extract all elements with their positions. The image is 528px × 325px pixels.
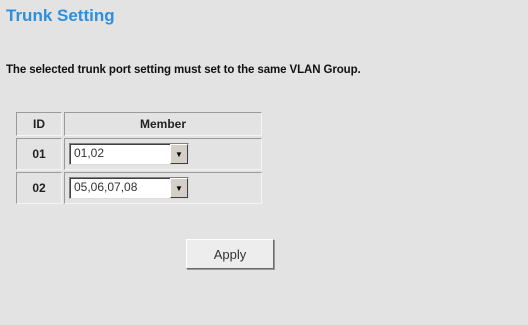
table-row: 01 01,02 ▼ [16,138,262,170]
row-member-cell: 01,02 ▼ [64,138,262,170]
member-select-01[interactable]: 01,02 ▼ [69,143,189,165]
row-id: 01 [16,138,62,170]
apply-button[interactable]: Apply [186,239,274,269]
member-select-02[interactable]: 05,06,07,08 ▼ [69,177,189,199]
table-header-row: ID Member [16,112,262,136]
trunk-table: ID Member 01 01,02 ▼ 02 05,06,07,08 ▼ [14,110,264,206]
header-id: ID [16,112,62,136]
row-id: 02 [16,172,62,204]
header-member: Member [64,112,262,136]
member-select-value: 05,06,07,08 [74,180,138,194]
chevron-down-icon[interactable]: ▼ [170,144,188,164]
member-select-value: 01,02 [74,146,105,160]
chevron-down-icon[interactable]: ▼ [170,178,188,198]
page-title: Trunk Setting [6,6,115,25]
trunk-note: The selected trunk port setting must set… [6,64,361,76]
table-row: 02 05,06,07,08 ▼ [16,172,262,204]
row-member-cell: 05,06,07,08 ▼ [64,172,262,204]
